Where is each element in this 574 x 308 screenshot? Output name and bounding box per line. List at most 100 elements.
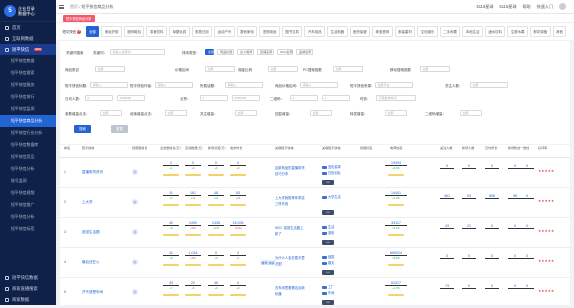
category-tab[interactable]: 珠宝首饰 [372, 26, 393, 37]
stat-value[interactable]: 0 [485, 284, 499, 289]
related-topic-link[interactable]: 这款商品的直播带货技巧分享 [275, 165, 305, 177]
metric-value[interactable]: 0 [208, 251, 224, 256]
category-tab[interactable]: 二手闲置 [439, 26, 461, 37]
stat-value[interactable]: 0 [462, 284, 476, 289]
table-row[interactable]: 2 上大学 ◎ 11 +3 161 +41 48 +12 63 +15 上大学我推荐你带这三样东西 大学… [60, 188, 570, 218]
related-topic-link[interactable]: 上大学我推荐你带这三样东西 [275, 195, 305, 207]
sidebar-item[interactable]: 短平快信数据库 [0, 139, 56, 151]
more-button[interactable]: ••• [322, 300, 334, 305]
sort-chip[interactable]: 全部 [205, 49, 214, 55]
reset-button[interactable]: 重置 [111, 125, 128, 133]
heat-value[interactable]: 699024 [385, 251, 407, 256]
stat-value[interactable]: 0 [485, 254, 499, 259]
metric-value[interactable]: 22 [185, 281, 201, 286]
stat-value[interactable]: 0 [520, 254, 534, 259]
more-button[interactable]: ••• [322, 210, 334, 215]
quick-start-link[interactable]: 快速入门 [537, 4, 553, 10]
metric-value[interactable]: 1,016 [185, 251, 201, 256]
sidebar-item-home[interactable]: 首页 [0, 22, 56, 33]
category-tab[interactable]: 零食饮料 [146, 26, 168, 37]
help-link[interactable]: 帮助 [522, 4, 530, 10]
category-tab[interactable]: 宠物用品 [259, 26, 280, 37]
table-row[interactable]: 1 直播带货资讯 ◎ 2 +1 0 +0 0 +0 0 +0 这款商品的直播带货技巧分享 蓝色星球 白色羽… [60, 158, 570, 188]
metric-value[interactable]: 0 [230, 281, 246, 286]
stat-value[interactable]: 0 [485, 164, 499, 169]
metric-value[interactable]: 48 [208, 191, 224, 196]
table-row[interactable]: 3 逛逛生活圈 ◎ 40 +8 2490 +532 2438 +470 15,095 +3120 WX… [60, 218, 570, 248]
category-tab[interactable]: 家装建材 [394, 26, 416, 37]
sidebar-item-data[interactable]: 互联网数据 [0, 33, 56, 44]
metric-value[interactable]: 161 [185, 191, 201, 196]
metric-value[interactable]: 2438 [208, 221, 224, 226]
category-tab[interactable]: 鲜花绿植 [530, 26, 551, 37]
tag-label[interactable]: 健康 [328, 255, 334, 259]
stat-value[interactable]: 0 [485, 224, 499, 229]
category-tab[interactable]: 数码家电 [236, 26, 258, 37]
stat-value[interactable]: 0 [462, 254, 476, 259]
menu-first[interactable]: 短平快信 2 [60, 27, 84, 36]
extra-tag[interactable]: 推荐 热榜 [260, 260, 276, 265]
filter-select[interactable]: 全部 [268, 66, 298, 72]
sidebar-item[interactable]: 短平快信推广 [0, 199, 56, 211]
metric-value[interactable]: 11 [163, 191, 179, 196]
filter-select[interactable]: 全部 [205, 66, 235, 72]
range-max-input[interactable]: 4 [322, 95, 350, 101]
metric-value[interactable]: 15,095 [230, 221, 246, 226]
header-link-1[interactable]: 5118星球 [476, 4, 493, 10]
filter-select[interactable]: 全部 [95, 66, 125, 72]
breadcrumb-home[interactable]: 首页 [70, 4, 78, 9]
heat-value[interactable]: 51027 [385, 281, 407, 286]
heat-value[interactable]: 14451 [385, 191, 407, 196]
heat-value[interactable]: 19394 [385, 161, 407, 166]
sidebar-item[interactable]: 短平快信服务 [0, 79, 56, 91]
range-min-input[interactable]: 0 [200, 95, 228, 101]
more-button[interactable]: ••• [322, 270, 334, 275]
sidebar-item[interactable]: 短平快信竞品 [0, 151, 56, 163]
category-tab[interactable]: 酒水饮料 [484, 26, 506, 37]
filter-select[interactable]: 全部 [100, 110, 122, 116]
category-tab[interactable]: 其他 [552, 26, 567, 37]
filter-input[interactable]: 请输入 [90, 82, 128, 88]
category-tab[interactable]: 服饰鞋包 [123, 26, 145, 37]
sidebar-item[interactable]: 短平快信数据 [0, 55, 56, 67]
search-button[interactable]: 搜索 [74, 125, 91, 133]
account-name-link[interactable]: 逛逛生活圈 [82, 230, 100, 235]
stat-value[interactable]: 0 [520, 284, 534, 289]
more-button[interactable]: ••• [322, 240, 334, 245]
metric-value[interactable]: 63 [230, 191, 246, 196]
metric-value[interactable]: 0 [230, 161, 246, 166]
tab-current[interactable]: 短平快信商品分析 [63, 14, 95, 22]
filter-select[interactable]: 全部 [165, 110, 187, 116]
stat-value[interactable]: 93 [462, 194, 476, 199]
category-tab[interactable]: 运动户外 [214, 26, 235, 37]
related-topic-link[interactable]: 去车间里看看这台新机器 [275, 285, 305, 297]
sidebar-item[interactable]: 短平快信排行 [0, 91, 56, 103]
sidebar-bottom-item[interactable]: 商家数据 [0, 294, 56, 305]
metric-value[interactable]: 40 [163, 221, 179, 226]
stat-value[interactable]: 0 [520, 224, 534, 229]
related-topic-link[interactable]: WXC 逛逛生活圈上新了 [275, 225, 305, 237]
sidebar-item[interactable]: 账号监测 [0, 175, 56, 187]
filter-select[interactable]: 全部 [235, 110, 257, 116]
sidebar-item[interactable]: 短平快信搜索 [0, 67, 56, 79]
metric-value[interactable]: 46 [208, 281, 224, 286]
account-name-link[interactable]: 上大学 [82, 200, 93, 205]
tag-label[interactable]: 蓝色星球 [328, 165, 341, 169]
sidebar-item[interactable]: 短平快信分析 [0, 163, 56, 175]
related-topic-link[interactable]: 为什么人会在春天里犯困 [275, 255, 305, 267]
range-max-input[interactable]: 5000000 [232, 95, 260, 101]
account-name-link[interactable]: 最后还在火 [82, 260, 100, 265]
sidebar-bottom-item[interactable]: 商家直播搜索 [0, 283, 56, 294]
range-min-input[interactable]: 0 [85, 95, 113, 101]
menu-toggle-icon[interactable] [59, 4, 64, 9]
tag-label[interactable]: 白色羽毛 [328, 171, 341, 175]
filter-input[interactable]: 请输入 [155, 82, 193, 88]
category-tab[interactable]: 生活电器 [326, 26, 348, 37]
metric-value[interactable]: 43 [163, 281, 179, 286]
metric-value[interactable]: 2 [163, 161, 179, 166]
sort-chip[interactable]: 达人昵称 [237, 49, 254, 55]
range-min-input[interactable]: 0 [290, 95, 318, 101]
sort-chip[interactable]: SKU名称 [277, 49, 293, 55]
metric-value[interactable]: 0 [185, 161, 201, 166]
stat-value[interactable]: 896 [485, 194, 499, 199]
